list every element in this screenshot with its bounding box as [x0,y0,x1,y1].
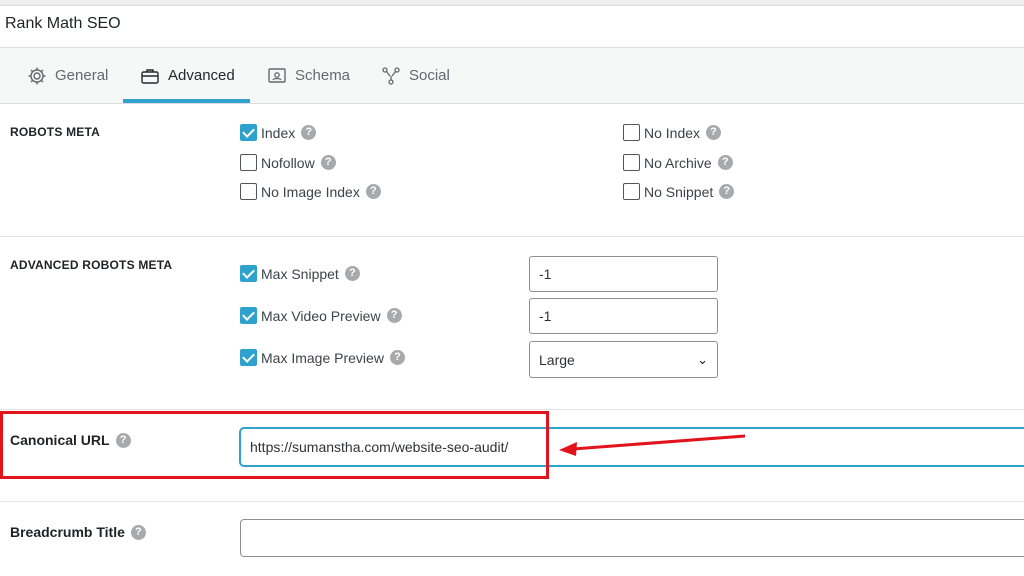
briefcase-icon [141,68,159,84]
section-divider [0,409,1024,410]
checkbox-nofollow[interactable]: Nofollow ? [240,154,336,171]
checkbox-no-archive[interactable]: No Archive ? [623,154,733,171]
annotation-arrow-icon [559,434,746,456]
checkbox-label: Nofollow [261,154,315,171]
gear-icon [28,67,46,84]
checkbox-box[interactable] [623,154,640,171]
checkbox-label: No Image Index [261,183,360,200]
tab-label: General [55,67,109,84]
max-image-preview-select[interactable]: Large ⌄ [529,341,718,378]
highlight-annotation-box [0,411,549,479]
tab-label: Social [409,67,450,84]
tab-advanced[interactable]: Advanced [140,48,235,103]
help-icon[interactable]: ? [320,155,336,170]
checkbox-box[interactable] [240,124,257,141]
help-icon[interactable]: ? [719,184,735,199]
tab-bar: General Advanced Schema Social [0,48,1024,104]
help-icon[interactable]: ? [365,184,381,199]
help-icon[interactable]: ? [389,350,405,365]
tab-label: Advanced [168,67,235,84]
checkbox-index[interactable]: Index ? [240,124,317,141]
checkbox-box[interactable] [240,183,257,200]
share-icon [382,66,400,85]
checkbox-no-index[interactable]: No Index ? [623,124,722,141]
checkbox-box[interactable] [240,349,257,366]
checkbox-label: No Index [644,124,701,141]
help-icon[interactable]: ? [130,524,146,540]
checkbox-box[interactable] [240,307,257,324]
checkbox-label: Index [261,124,296,141]
checkbox-label: Max Image Preview [261,349,384,366]
chevron-down-icon: ⌄ [697,351,708,367]
max-video-preview-input[interactable] [529,298,718,334]
tab-schema[interactable]: Schema [267,48,350,103]
help-icon[interactable]: ? [706,125,722,140]
schema-icon [268,67,286,83]
checkbox-box[interactable] [240,154,257,171]
tab-label: Schema [295,67,351,84]
breadcrumb-title-label: Breadcrumb Title ? [10,524,146,540]
advanced-robots-meta-label: ADVANCED ROBOTS META [10,258,173,272]
help-icon[interactable]: ? [386,308,402,323]
checkbox-label: No Archive [644,154,712,171]
checkbox-box[interactable] [623,124,640,141]
help-icon[interactable]: ? [717,155,733,170]
checkbox-no-snippet[interactable]: No Snippet ? [623,183,735,200]
label-text: Breadcrumb Title [10,524,125,540]
checkbox-max-snippet[interactable]: Max Snippet ? [240,265,360,282]
checkbox-box[interactable] [623,183,640,200]
checkbox-no-image-index[interactable]: No Image Index ? [240,183,381,200]
active-tab-indicator [123,99,250,103]
checkbox-label: No Snippet [644,183,714,200]
breadcrumb-title-input[interactable] [240,519,1024,557]
checkbox-max-image-preview[interactable]: Max Image Preview ? [240,349,405,366]
help-icon[interactable]: ? [301,125,317,140]
section-divider [0,501,1024,502]
checkbox-label: Max Snippet [261,265,339,282]
tab-social[interactable]: Social [381,48,450,103]
select-value: Large [539,351,575,368]
section-divider [0,236,1024,237]
panel-title: Rank Math SEO [5,15,121,32]
checkbox-box[interactable] [240,265,257,282]
checkbox-label: Max Video Preview [261,307,381,324]
top-strip [0,0,1024,6]
checkbox-max-video-preview[interactable]: Max Video Preview ? [240,307,402,324]
tab-general[interactable]: General [27,48,108,103]
robots-meta-label: ROBOTS META [10,125,100,139]
max-snippet-input[interactable] [529,256,718,292]
help-icon[interactable]: ? [344,266,360,281]
